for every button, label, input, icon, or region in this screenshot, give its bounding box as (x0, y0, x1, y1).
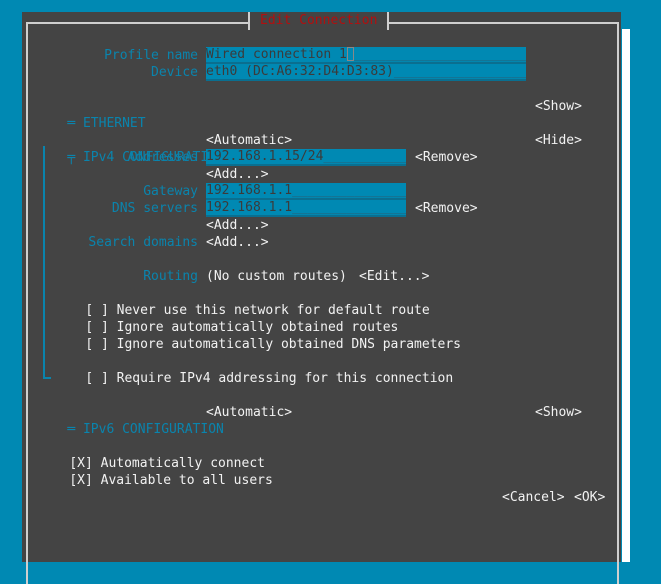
ethernet-label: ETHERNET (82, 116, 146, 131)
device-value: eth0 (DC:A6:32:D4:D3:83) (206, 64, 394, 79)
field-padding: ________________________________________… (353, 47, 526, 62)
search-domains-label: Search domains (88, 235, 198, 250)
add-search-domain-button[interactable]: <Add...> (206, 234, 269, 251)
ipv4-tree-corner (43, 371, 51, 379)
ipv4-tree-line (43, 146, 45, 371)
ignore-routes-checkbox[interactable]: [ ] Ignore automatically obtained routes (54, 302, 398, 335)
edit-routes-button[interactable]: <Edit...> (359, 268, 429, 285)
profile-name-label: Profile name (104, 48, 198, 63)
section-collapsed-icon: ═ (67, 116, 76, 131)
gateway-value: 192.168.1.1 (206, 183, 293, 198)
dns-servers-label: DNS servers (111, 201, 198, 216)
ipv4-hide-button[interactable]: <Hide> (535, 132, 582, 149)
address-input[interactable]: 192.168.1.15/24_________________________… (206, 149, 406, 166)
addresses-label: Addresses (127, 150, 198, 165)
all-users-checkbox[interactable]: [X] Available to all users (38, 455, 273, 488)
ipv6-section-header[interactable]: ═ IPv6 CONFIGURATION (36, 404, 224, 437)
ignore-dns-checkbox[interactable]: [ ] Ignore automatically obtained DNS pa… (54, 319, 461, 352)
ipv6-show-button[interactable]: <Show> (535, 404, 582, 421)
ipv6-label: IPv6 CONFIGURATION (82, 422, 224, 437)
field-padding: ________________________________________… (323, 149, 406, 164)
ethernet-section-header[interactable]: ═ ETHERNET (36, 98, 145, 131)
gateway-input[interactable]: 192.168.1.1_____________________________… (206, 183, 406, 200)
add-address-button[interactable]: <Add...> (206, 166, 269, 183)
device-label: Device (151, 65, 198, 80)
routing-label: Routing (143, 269, 198, 284)
gateway-label: Gateway (143, 184, 198, 199)
section-collapsed-icon: ═ (67, 422, 76, 437)
checkbox-label: Ignore automatically obtained DNS parame… (116, 337, 461, 352)
add-dns-button[interactable]: <Add...> (206, 217, 269, 234)
remove-address-button[interactable]: <Remove> (415, 149, 478, 166)
field-padding: ________________________________________… (393, 64, 526, 79)
checkbox-box: [X] (69, 473, 93, 488)
profile-name-value: Wired connection 1 (206, 47, 347, 62)
ipv6-mode-dropdown[interactable]: <Automatic> (206, 404, 292, 421)
remove-dns-button[interactable]: <Remove> (415, 200, 478, 217)
ipv4-section-header: ╤ IPv4 CONFIGURATION (36, 132, 224, 165)
dialog-title-bar: Edit Connection (248, 12, 390, 30)
checkbox-label: Require IPv4 addressing for this connect… (116, 371, 454, 386)
profile-name-input[interactable]: Wired connection 1 ______________________… (206, 47, 526, 64)
text-cursor (346, 47, 354, 61)
require-ipv4-checkbox[interactable]: [ ] Require IPv4 addressing for this con… (54, 353, 453, 386)
dialog-shadow (622, 29, 630, 562)
edit-connection-dialog: Edit Connection Profile name Wired conne… (22, 12, 621, 584)
field-padding: ________________________________________… (292, 183, 406, 198)
ethernet-show-button[interactable]: <Show> (535, 98, 582, 115)
device-input[interactable]: eth0 (DC:A6:32:D4:D3:83)________________… (206, 64, 526, 81)
ok-button[interactable]: <OK> (574, 489, 605, 506)
field-padding: ________________________________________… (292, 200, 406, 215)
checkbox-box: [ ] (85, 371, 109, 386)
dns-server-input[interactable]: 192.168.1.1_____________________________… (206, 200, 406, 217)
checkbox-box: [ ] (85, 337, 109, 352)
never-default-route-checkbox[interactable]: [ ] Never use this network for default r… (54, 285, 429, 318)
address-value: 192.168.1.15/24 (206, 149, 324, 164)
ipv4-mode-dropdown[interactable]: <Automatic> (206, 132, 292, 149)
dns-server-value: 192.168.1.1 (206, 200, 293, 215)
cancel-button[interactable]: <Cancel> (502, 489, 565, 506)
auto-connect-checkbox[interactable]: [X] Automatically connect (38, 438, 265, 471)
routing-value: (No custom routes) (206, 269, 347, 284)
checkbox-label: Available to all users (100, 473, 273, 488)
dialog-title: Edit Connection (260, 13, 378, 28)
